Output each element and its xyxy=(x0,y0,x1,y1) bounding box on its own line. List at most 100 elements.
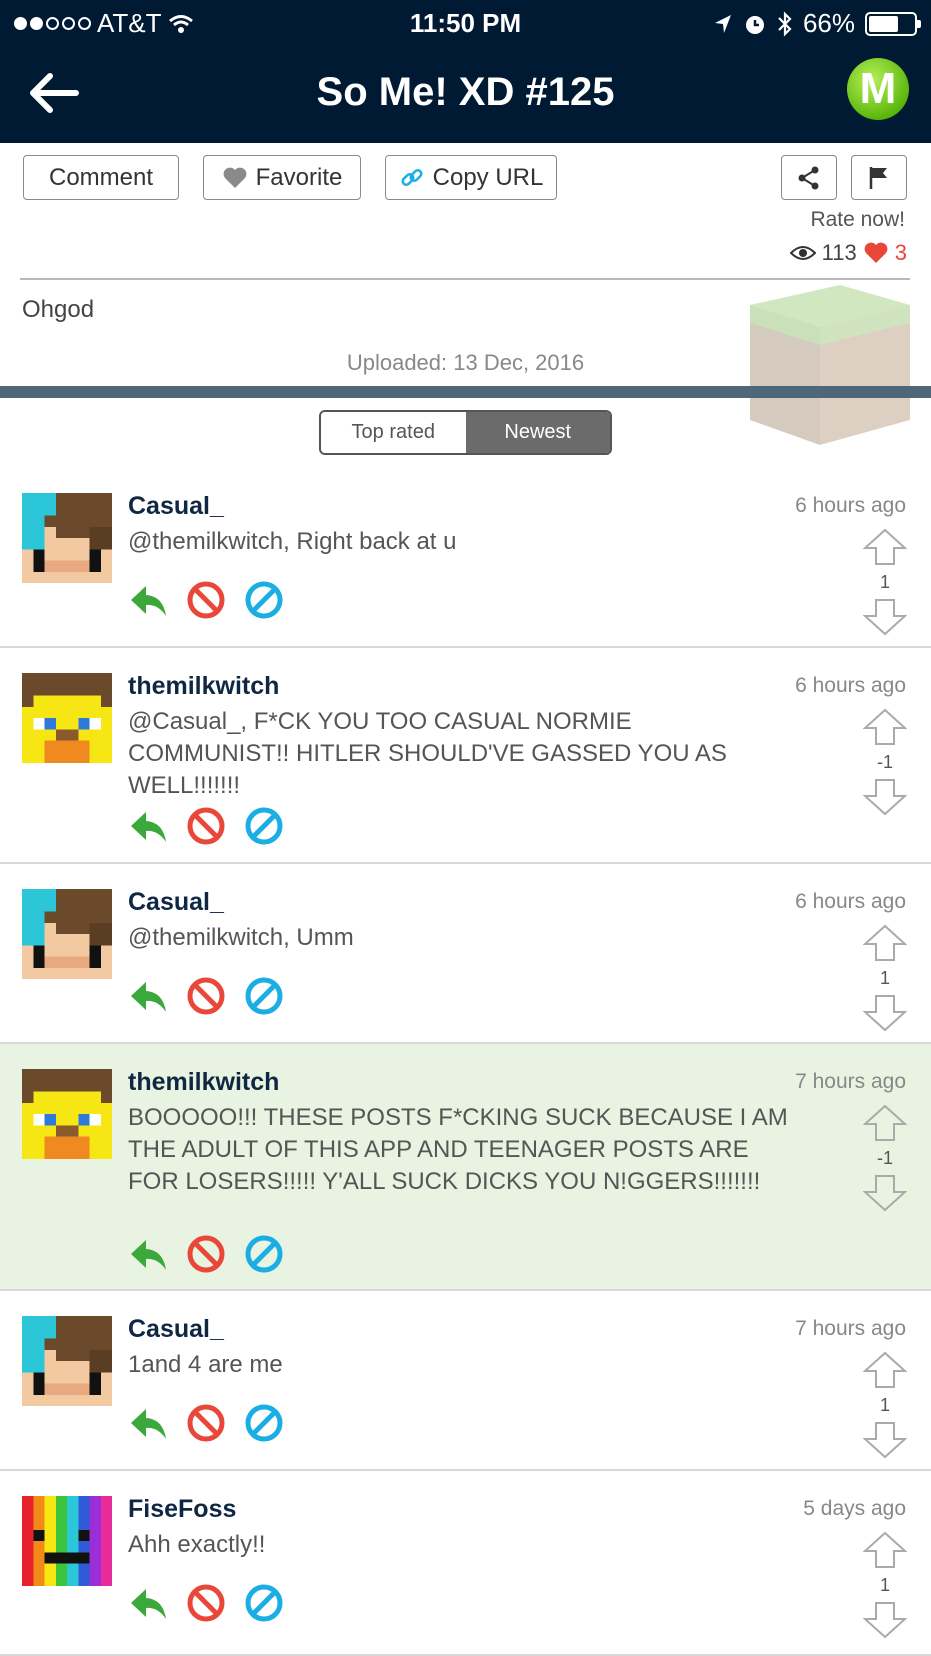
yellow-skin-avatar[interactable] xyxy=(22,673,112,763)
section-band xyxy=(0,386,931,398)
report-button[interactable] xyxy=(851,155,907,200)
link-icon xyxy=(401,168,423,186)
downvote-arrow-icon[interactable] xyxy=(863,778,907,816)
view-count: 113 xyxy=(821,240,857,265)
reply-icon[interactable] xyxy=(128,580,168,620)
ban-icon[interactable] xyxy=(244,580,284,620)
upvote-arrow-icon[interactable] xyxy=(863,708,907,746)
status-bar: AT&T 11:50 PM 66% xyxy=(0,0,931,46)
reply-icon[interactable] xyxy=(128,1403,168,1443)
tab-newest[interactable]: Newest xyxy=(465,412,610,453)
block-icon[interactable] xyxy=(186,806,226,846)
heart-icon xyxy=(223,167,247,188)
vote-score: 1 xyxy=(879,1575,890,1595)
post-stats: 113 3 xyxy=(789,240,907,266)
comment-username[interactable]: themilkwitch xyxy=(128,1068,279,1097)
like-count: 3 xyxy=(894,240,907,265)
comment-actions xyxy=(128,1403,284,1443)
comment-username[interactable]: Casual_ xyxy=(128,492,224,521)
vote-control: -1 xyxy=(863,708,907,816)
downvote-arrow-icon[interactable] xyxy=(863,1421,907,1459)
reply-icon[interactable] xyxy=(128,976,168,1016)
comment-row: FiseFoss 5 days ago Ahh exactly!! 1 xyxy=(0,1471,931,1656)
reply-icon[interactable] xyxy=(128,1234,168,1274)
downvote-arrow-icon[interactable] xyxy=(863,994,907,1032)
ban-icon[interactable] xyxy=(244,806,284,846)
post-description: Ohgod xyxy=(22,296,95,323)
favorite-button-label: Favorite xyxy=(255,163,343,191)
copy-url-button[interactable]: Copy URL xyxy=(385,155,557,200)
comment-username[interactable]: Casual_ xyxy=(128,1315,224,1344)
vote-score: 1 xyxy=(879,572,890,592)
ban-icon[interactable] xyxy=(244,1583,284,1623)
tab-top-rated[interactable]: Top rated xyxy=(321,412,466,453)
comment-username[interactable]: FiseFoss xyxy=(128,1495,236,1524)
upload-date: Uploaded: 13 Dec, 2016 xyxy=(346,350,585,375)
vote-control: 1 xyxy=(863,528,907,636)
vote-control: 1 xyxy=(863,924,907,1032)
block-icon[interactable] xyxy=(186,1583,226,1623)
bluetooth-icon xyxy=(778,10,792,37)
downvote-arrow-icon[interactable] xyxy=(863,1174,907,1212)
share-icon xyxy=(798,166,819,189)
top-bar: AT&T 11:50 PM 66% So Me! XD #125 M xyxy=(0,0,931,143)
block-icon[interactable] xyxy=(186,1403,226,1443)
vote-control: -1 xyxy=(863,1104,907,1212)
comment-row: themilkwitch 7 hours ago BOOOOO!!! THESE P… xyxy=(0,1044,931,1291)
reply-icon[interactable] xyxy=(128,806,168,846)
upvote-arrow-icon[interactable] xyxy=(863,1104,907,1142)
comment-row: Casual_ 7 hours ago 1and 4 are me 1 xyxy=(0,1291,931,1471)
upvote-arrow-icon[interactable] xyxy=(863,924,907,962)
eye-icon xyxy=(789,246,816,260)
comment-actions xyxy=(128,580,284,620)
yellow-skin-avatar[interactable] xyxy=(22,1069,112,1159)
block-icon[interactable] xyxy=(186,580,226,620)
sort-toggle: Top rated Newest xyxy=(319,410,612,455)
cyan-skin-avatar[interactable] xyxy=(22,493,112,583)
rate-now-link[interactable]: Rate now! xyxy=(810,208,905,232)
heart-icon xyxy=(864,242,888,263)
cyan-skin-avatar[interactable] xyxy=(22,889,112,979)
comment-actions xyxy=(128,806,284,846)
reply-icon[interactable] xyxy=(128,1583,168,1623)
comment-timestamp: 5 days ago xyxy=(803,1497,906,1520)
comment-text: Ahh exactly!! xyxy=(128,1531,266,1558)
comment-text: @themilkwitch, Umm xyxy=(128,924,354,951)
comment-timestamp: 7 hours ago xyxy=(795,1070,906,1093)
ban-icon[interactable] xyxy=(244,1403,284,1443)
favorite-button[interactable]: Favorite xyxy=(203,155,361,200)
ban-icon[interactable] xyxy=(244,1234,284,1274)
comment-username[interactable]: Casual_ xyxy=(128,888,224,917)
vote-score: 1 xyxy=(879,968,890,988)
share-button[interactable] xyxy=(781,155,837,200)
cyan-skin-avatar[interactable] xyxy=(22,1316,112,1406)
block-icon[interactable] xyxy=(186,1234,226,1274)
upvote-arrow-icon[interactable] xyxy=(863,1531,907,1569)
comment-actions xyxy=(128,1234,284,1274)
comment-timestamp: 6 hours ago xyxy=(795,494,906,517)
location-icon xyxy=(714,14,731,33)
vote-score: -1 xyxy=(876,752,893,772)
comment-actions xyxy=(128,976,284,1016)
upvote-arrow-icon[interactable] xyxy=(863,1351,907,1389)
vote-score: 1 xyxy=(879,1395,890,1415)
comment-text: @Casual_, F*CK YOU TOO CASUAL NORMIE COM… xyxy=(128,708,727,799)
comment-button-label: Comment xyxy=(48,163,154,191)
comment-timestamp: 6 hours ago xyxy=(795,890,906,913)
comment-row: Casual_ 6 hours ago @themilkwitch, Right b… xyxy=(0,468,931,648)
upvote-arrow-icon[interactable] xyxy=(863,528,907,566)
comment-username[interactable]: themilkwitch xyxy=(128,672,279,701)
divider xyxy=(20,278,910,280)
downvote-arrow-icon[interactable] xyxy=(863,598,907,636)
block-icon[interactable] xyxy=(186,976,226,1016)
comment-timestamp: 6 hours ago xyxy=(795,674,906,697)
comment-button[interactable]: Comment xyxy=(23,155,179,200)
ban-icon[interactable] xyxy=(244,976,284,1016)
comment-text: BOOOOO!!! THESE POSTS F*CKING SUCK BECAU… xyxy=(128,1104,788,1195)
comment-timestamp: 7 hours ago xyxy=(795,1317,906,1340)
app-logo[interactable]: M xyxy=(847,58,909,120)
vote-control: 1 xyxy=(863,1531,907,1639)
rainbow-skin-avatar[interactable] xyxy=(22,1496,112,1586)
alarm-icon xyxy=(745,15,764,34)
downvote-arrow-icon[interactable] xyxy=(863,1601,907,1639)
